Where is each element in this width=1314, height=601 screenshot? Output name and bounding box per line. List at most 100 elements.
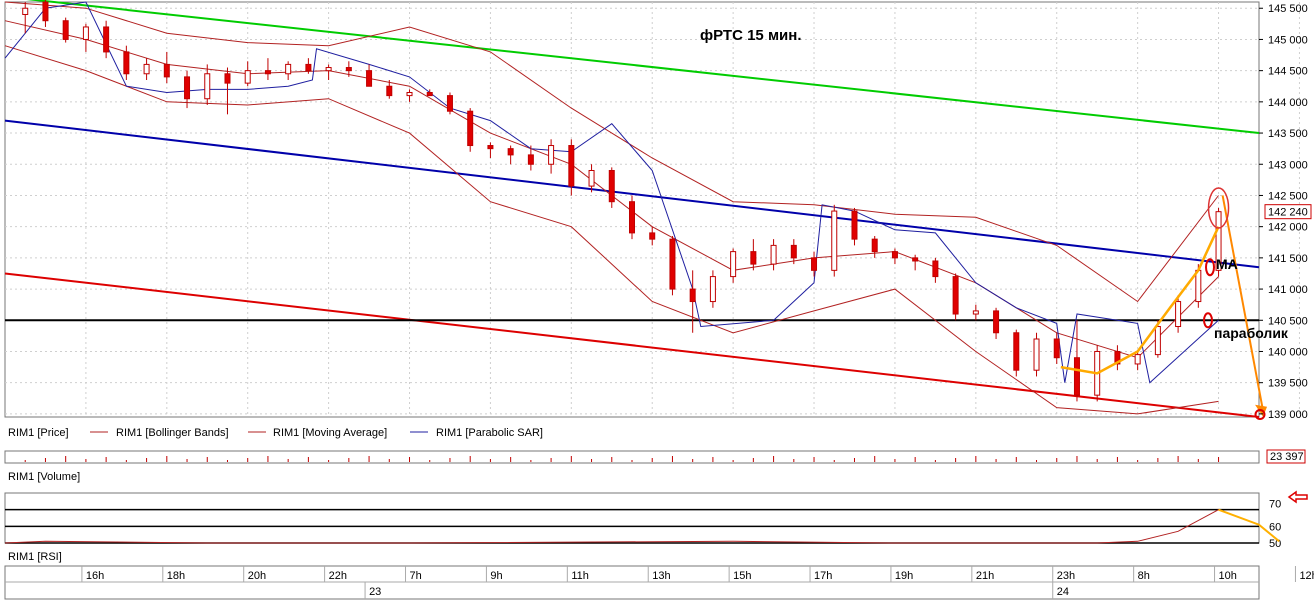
candle-up (1175, 301, 1182, 328)
candle-down (527, 154, 534, 165)
day-label: 23 (369, 586, 381, 598)
rsi-tick-label: 60 (1269, 521, 1281, 533)
candle-down (123, 51, 130, 75)
candle-up (285, 63, 292, 75)
price-tick-label: 139 000 (1268, 409, 1308, 421)
candle-up (548, 145, 555, 165)
time-tick-label: 19h (895, 570, 913, 582)
legend-price: RIM1 [Price] (8, 427, 69, 439)
price-axis: 145 500 145 000 144 500 144 000 143 500 143 0… (1259, 3, 1312, 421)
candle-down (163, 63, 170, 78)
price-tick-label: 145 500 (1268, 3, 1308, 15)
time-tick-label: 16h (86, 570, 104, 582)
chart-title: фРТС 15 мин. (700, 27, 802, 44)
candle-down (507, 148, 514, 156)
candle-down (467, 110, 474, 147)
candle-up (325, 67, 332, 72)
time-tick-label: 10h (1219, 570, 1237, 582)
time-tick-label: 17h (814, 570, 832, 582)
price-tick-label: 143 000 (1268, 159, 1308, 171)
candle-down (184, 76, 191, 100)
candle-up (204, 73, 211, 100)
candle-down (811, 257, 818, 271)
candle-down (305, 63, 312, 72)
candle-down (891, 251, 898, 259)
rsi-tick-label: 50 (1269, 538, 1281, 550)
candle-down (1013, 332, 1020, 371)
legend-moving-average: RIM1 [Moving Average] (273, 427, 387, 439)
candle-down (932, 260, 939, 278)
candle-down (629, 201, 635, 234)
time-tick-label: 15h (733, 570, 751, 582)
time-tick-label: 22h (329, 570, 347, 582)
candle-down (1053, 338, 1060, 359)
rsi-tick-label: 70 (1269, 499, 1281, 511)
candle-up (831, 210, 838, 271)
candle-down (750, 251, 757, 265)
candle-up (588, 169, 595, 187)
candle-down (103, 26, 110, 53)
price-tick-label: 142 500 (1268, 190, 1308, 202)
candle-down (790, 244, 797, 259)
candle-down (1073, 357, 1080, 396)
time-tick-label: 13h (652, 570, 670, 582)
candle-up (709, 276, 716, 303)
candle-down (993, 310, 1000, 334)
price-tick-label: 142 000 (1268, 222, 1308, 234)
last-price-label: 142 240 (1268, 207, 1308, 219)
candle-down (345, 67, 352, 72)
candle-up (730, 251, 737, 278)
time-tick-label: 12h (1299, 570, 1314, 582)
time-tick-label: 21h (976, 570, 994, 582)
rsi-arrow-icon (1287, 490, 1308, 504)
candle-up (1134, 354, 1141, 365)
price-tick-label: 144 000 (1268, 97, 1308, 109)
price-tick-label: 141 000 (1268, 284, 1308, 296)
time-tick-label: 7h (410, 570, 422, 582)
time-tick-label: 9h (490, 570, 502, 582)
candle-down (608, 169, 615, 203)
candle-down (366, 70, 373, 87)
candle-up (1154, 326, 1161, 356)
annotation-ma: МА (1216, 256, 1238, 272)
annotation-parabolic: параболик (1214, 325, 1289, 341)
candle-down (446, 95, 453, 112)
price-tick-label: 139 500 (1268, 378, 1308, 390)
time-tick-label: 20h (248, 570, 266, 582)
price-tick-label: 145 000 (1268, 34, 1308, 46)
candle-up (972, 310, 979, 315)
legend-parabolic-sar: RIM1 [Parabolic SAR] (436, 427, 543, 439)
candle-down (851, 210, 858, 240)
candle-up (143, 63, 150, 75)
candle-down (871, 238, 878, 253)
candle-down (912, 257, 919, 262)
price-tick-label: 140 000 (1268, 346, 1308, 358)
candle-up (22, 7, 29, 15)
candle-down (487, 145, 494, 150)
rsi-panel-frame (4, 492, 1260, 544)
candle-up (244, 70, 251, 84)
candle-down (426, 91, 433, 97)
candle-up (1195, 269, 1202, 303)
time-tick-label: 23h (1057, 570, 1075, 582)
candle-down (62, 20, 69, 40)
time-tick-label: 18h (167, 570, 185, 582)
candle-up (82, 26, 89, 40)
candle-down (42, 1, 49, 22)
rsi-panel-label: RIM1 [RSI] (8, 551, 62, 563)
time-tick-label: 11h (571, 570, 589, 582)
candle-down (952, 276, 959, 315)
price-tick-label: 143 500 (1268, 128, 1308, 140)
candle-down (224, 73, 231, 84)
volume-last-label: 23 397 (1270, 451, 1304, 463)
candle-down (264, 70, 271, 75)
candle-down (689, 288, 696, 303)
price-tick-label: 141 500 (1268, 253, 1308, 265)
candle-down (568, 145, 575, 187)
chart: 145 500 145 000 144 500 144 000 143 500 143 0… (4, 0, 1314, 600)
candle-up (406, 91, 413, 97)
volume-panel-label: RIM1 [Volume] (8, 471, 80, 483)
legend-bollinger: RIM1 [Bollinger Bands] (116, 427, 229, 439)
candle-up (770, 244, 777, 265)
candle-down (386, 85, 393, 97)
